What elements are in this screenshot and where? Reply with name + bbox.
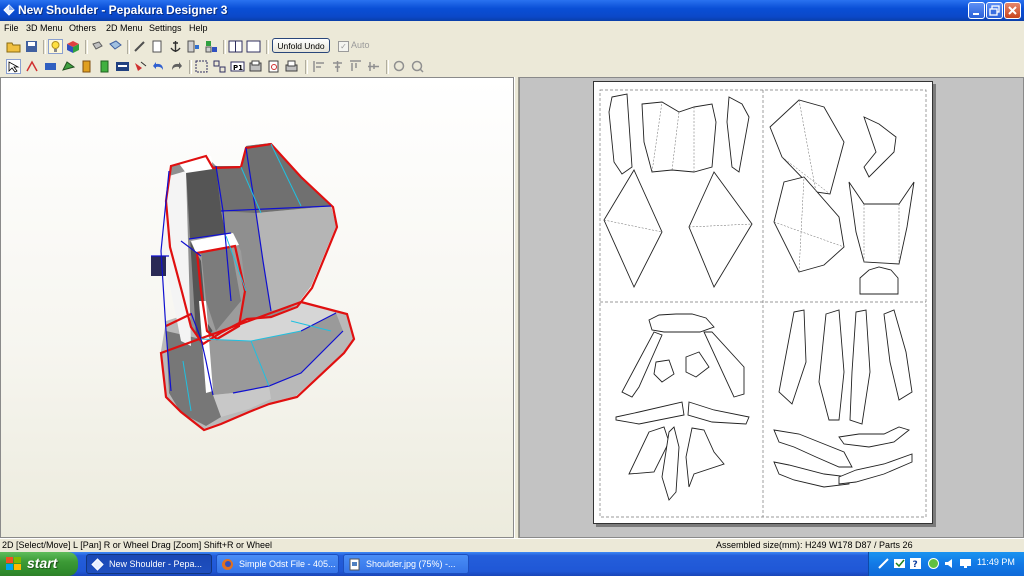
status-bar: 2D [Select/Move] L [Pan] R or Wheel Drag… — [0, 538, 1024, 553]
task-label: Shoulder.jpg (75%) -... — [366, 559, 456, 569]
menu-file[interactable]: File — [4, 23, 19, 33]
task-image-viewer[interactable]: Shoulder.jpg (75%) -... — [343, 554, 469, 574]
window-title: New Shoulder - Pepakura Designer 3 — [18, 3, 228, 17]
firefox-icon — [222, 559, 233, 570]
status-mode-hint: 2D [Select/Move] L [Pan] R or Wheel Drag… — [2, 540, 273, 550]
task-pepakura[interactable]: New Shoulder - Pepa... — [86, 554, 212, 574]
menu-others[interactable]: Others — [69, 23, 96, 33]
menu-settings[interactable]: Settings — [149, 23, 182, 33]
restore-icon — [989, 5, 1000, 16]
window-single-icon[interactable] — [246, 39, 261, 54]
3d-shoulder-model[interactable] — [1, 78, 513, 537]
svg-text:?: ? — [913, 560, 918, 570]
title-bar[interactable]: New Shoulder - Pepakura Designer 3 — [0, 0, 1024, 21]
auto-check-icon: ✓ — [338, 41, 349, 52]
taskbar: start New Shoulder - Pepa... Simple Odst… — [0, 552, 1024, 576]
maximize-button[interactable] — [986, 2, 1003, 19]
pattern-sheet[interactable] — [593, 81, 933, 524]
task-firefox[interactable]: Simple Odst File - 405... — [216, 554, 339, 574]
copy-icon[interactable] — [150, 39, 165, 54]
start-label: start — [27, 555, 58, 571]
edit-toolbar: P1 — [0, 57, 1024, 78]
svg-text:P1: P1 — [233, 64, 243, 72]
card-icon[interactable] — [115, 59, 130, 74]
zoom-in-icon[interactable] — [392, 59, 407, 74]
status-assembled-size: Assembled size(mm): H249 W178 D87 / Part… — [716, 540, 913, 550]
system-tray: ? 11:49 PM — [868, 552, 1024, 576]
menu-bar: File 3D Menu Others 2D Menu Settings Hel… — [0, 21, 1024, 37]
select-move-icon[interactable] — [6, 59, 21, 74]
return-icon[interactable] — [169, 59, 184, 74]
save-icon[interactable] — [24, 39, 39, 54]
unfolded-parts-layout[interactable] — [594, 82, 932, 523]
view-cube-icon[interactable] — [108, 39, 123, 54]
network-icon[interactable] — [877, 557, 890, 570]
rotate-icon[interactable] — [90, 39, 105, 54]
texture-cube-icon[interactable] — [66, 39, 81, 54]
align-top-icon[interactable] — [348, 59, 363, 74]
auto-label: Auto — [351, 40, 370, 50]
print-label-icon[interactable]: P1 — [230, 59, 245, 74]
task-label: New Shoulder - Pepa... — [109, 559, 203, 569]
menu-help[interactable]: Help — [189, 23, 208, 33]
task-label: Simple Odst File - 405... — [239, 559, 336, 569]
image-file-icon — [349, 558, 360, 571]
anchor-icon[interactable] — [168, 39, 183, 54]
clock[interactable]: 11:49 PM — [977, 557, 1015, 567]
join-edge-icon[interactable] — [25, 59, 40, 74]
battery-icon[interactable] — [97, 59, 112, 74]
pepakura-icon — [91, 558, 104, 571]
close-icon — [1008, 6, 1017, 15]
color-parts-icon[interactable] — [204, 39, 219, 54]
window-split-icon[interactable] — [228, 39, 243, 54]
monitor-icon[interactable] — [959, 557, 972, 570]
close-button[interactable] — [1004, 2, 1021, 19]
pepakura-app-icon — [3, 4, 15, 16]
speaker-icon[interactable] — [943, 557, 956, 570]
menu-3d[interactable]: 3D Menu — [26, 23, 63, 33]
help-icon[interactable]: ? — [909, 557, 922, 570]
align-center-icon[interactable] — [330, 59, 345, 74]
edit-flap-icon[interactable] — [61, 59, 76, 74]
messenger-icon[interactable] — [927, 557, 940, 570]
print-icon[interactable] — [284, 59, 299, 74]
menu-2d[interactable]: 2D Menu — [106, 23, 143, 33]
fit-icon[interactable] — [194, 59, 209, 74]
windows-logo-icon — [6, 557, 21, 570]
main-toolbar: Unfold Undo ✓ Auto — [0, 37, 1024, 58]
light-bulb-icon[interactable] — [48, 39, 63, 54]
minimize-icon — [973, 13, 979, 15]
open-file-icon[interactable] — [6, 39, 21, 54]
move-face-icon[interactable] — [43, 59, 58, 74]
minimize-button[interactable] — [968, 2, 985, 19]
flip-icon[interactable] — [133, 59, 148, 74]
shield-icon[interactable] — [893, 557, 906, 570]
rotate-part-icon[interactable] — [79, 59, 94, 74]
tile-icon[interactable] — [186, 39, 201, 54]
tile-parts-icon[interactable] — [212, 59, 227, 74]
start-button[interactable]: start — [0, 552, 78, 576]
unfold-undo-button[interactable]: Unfold Undo — [272, 38, 330, 53]
page-setup-icon[interactable] — [248, 59, 263, 74]
cut-edge-icon[interactable] — [132, 39, 147, 54]
zoom-out-icon[interactable] — [410, 59, 425, 74]
undo-arrow-icon[interactable] — [151, 59, 166, 74]
print-preview-icon[interactable] — [266, 59, 281, 74]
align-left-icon[interactable] — [312, 59, 327, 74]
3d-view-pane[interactable] — [0, 77, 514, 538]
align-middle-icon[interactable] — [366, 59, 381, 74]
